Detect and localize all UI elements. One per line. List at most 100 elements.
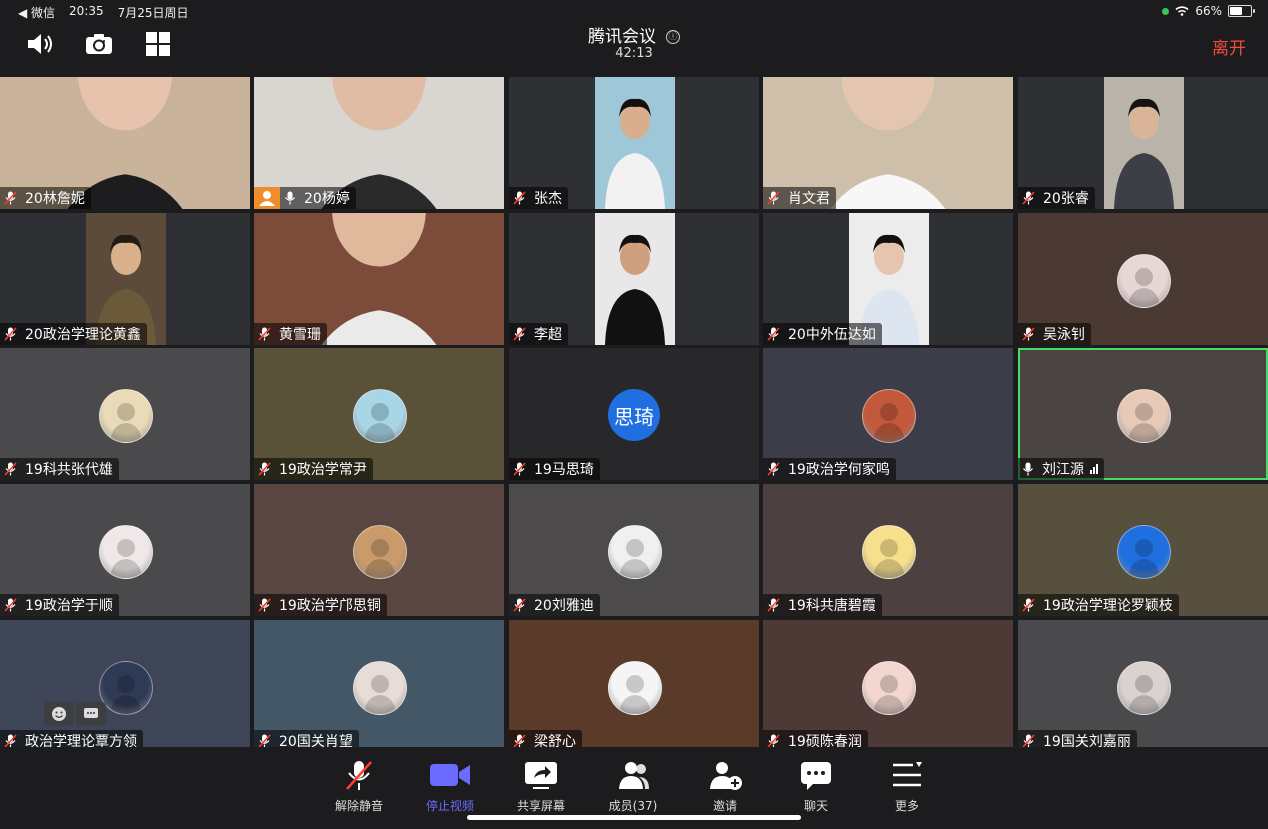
participant-name-label: 19政治学何家鸣: [763, 458, 896, 480]
video-camera-button[interactable]: 停止视频: [410, 759, 490, 814]
chat-button[interactable]: 聊天: [776, 759, 856, 814]
mic-muted-icon: [4, 598, 21, 612]
participant-name: 20张睿: [1043, 191, 1089, 207]
mic-muted-icon: [513, 598, 530, 612]
participant-tile[interactable]: 思琦 19马思琦: [509, 348, 759, 480]
mic-muted-icon: [258, 734, 275, 748]
participant-avatar: [353, 661, 407, 715]
mic-muted-icon: [4, 462, 21, 476]
mic-muted-icon: [513, 191, 530, 205]
message-icon[interactable]: [76, 702, 106, 726]
participant-tile[interactable]: 19政治学常尹: [254, 348, 504, 480]
participant-tile[interactable]: 20张睿: [1018, 77, 1268, 209]
participant-video: [595, 213, 675, 345]
participant-tile[interactable]: 20中外伍达如: [763, 213, 1013, 345]
participant-tile[interactable]: 吴泳钊: [1018, 213, 1268, 345]
participant-tile[interactable]: 张杰: [509, 77, 759, 209]
participant-avatar: [353, 389, 407, 443]
toolbar-label: 更多: [894, 799, 919, 813]
participant-tile[interactable]: 19科共张代雄: [0, 348, 250, 480]
participant-name-label: 19马思琦: [509, 458, 600, 480]
participant-tile[interactable]: 政治学理论覃方领: [0, 620, 250, 752]
participant-tile[interactable]: 肖文君: [763, 77, 1013, 209]
back-to-app[interactable]: ◀ 微信: [18, 4, 55, 21]
meeting-timer: 42:13: [615, 46, 653, 61]
emoji-icon[interactable]: [44, 702, 74, 726]
participant-name-label: 张杰: [509, 187, 568, 209]
share-screen-button[interactable]: 共享屏幕: [501, 759, 581, 814]
battery-percent: 66%: [1195, 4, 1222, 18]
participant-name-label: 李超: [509, 323, 568, 345]
participant-video: [1104, 77, 1184, 209]
participant-tile[interactable]: 19政治学于顺: [0, 484, 250, 616]
participant-name-label: 刘江源: [1018, 458, 1104, 480]
mic-muted-button[interactable]: 解除静音: [319, 759, 399, 814]
participant-name: 20政治学理论黄鑫: [25, 327, 141, 343]
chat-icon: [776, 759, 856, 797]
user-tag-icon: [254, 187, 280, 209]
participant-name-label: 20林詹妮: [0, 187, 91, 209]
status-time: 20:35: [69, 4, 104, 18]
battery-icon: [1228, 5, 1255, 17]
toolbar-label: 共享屏幕: [516, 799, 565, 813]
participant-tile[interactable]: 梁舒心: [509, 620, 759, 752]
participant-avatar: [99, 661, 153, 715]
participant-name: 19政治学理论罗颖枝: [1043, 598, 1173, 614]
participant-tile[interactable]: 20杨婷: [254, 77, 504, 209]
invite-button[interactable]: 邀请: [685, 759, 765, 814]
participant-tile[interactable]: 20政治学理论黄鑫: [0, 213, 250, 345]
home-indicator[interactable]: [467, 815, 801, 820]
participant-name-label: 19政治学于顺: [0, 594, 119, 616]
participant-tile[interactable]: 20国关肖望: [254, 620, 504, 752]
participant-avatar: [99, 389, 153, 443]
meeting-title: 腾讯会议 ⓘ: [0, 22, 1268, 47]
toolbar-label: 聊天: [803, 799, 828, 813]
status-date: 7月25日周日: [117, 6, 189, 20]
participant-name: 20刘雅迪: [534, 598, 594, 614]
participant-avatar: [608, 525, 662, 579]
participant-tile[interactable]: 黄雪珊: [254, 213, 504, 345]
participant-name: 19马思琦: [534, 462, 594, 478]
participant-name-label: 吴泳钊: [1018, 323, 1091, 345]
participant-tile[interactable]: 李超: [509, 213, 759, 345]
participant-tile[interactable]: 20林詹妮: [0, 77, 250, 209]
mic-muted-icon: [258, 327, 275, 341]
participant-tile[interactable]: 刘江源: [1018, 348, 1268, 480]
participant-name-label: 19政治学常尹: [254, 458, 373, 480]
leave-button[interactable]: 离开: [1212, 34, 1246, 59]
participant-avatar: [862, 661, 916, 715]
participant-name-label: 20杨婷: [280, 187, 356, 209]
participant-name: 吴泳钊: [1043, 327, 1085, 343]
toolbar-label: 邀请: [712, 799, 737, 813]
participant-name: 19科共唐碧霞: [788, 598, 876, 614]
participant-name-label: 20中外伍达如: [763, 323, 882, 345]
toolbar-label: 成员(37): [608, 799, 658, 813]
mic-muted-icon: [1022, 734, 1039, 748]
participant-tile[interactable]: 19科共唐碧霞: [763, 484, 1013, 616]
participant-name-label: 20政治学理论黄鑫: [0, 323, 147, 345]
more-button[interactable]: 更多: [867, 759, 947, 814]
invite-icon: [685, 759, 765, 797]
participant-tile[interactable]: 19国关刘嘉丽: [1018, 620, 1268, 752]
mic-muted-icon: [4, 191, 21, 205]
participant-name: 黄雪珊: [279, 327, 321, 343]
members-button[interactable]: 成员(37): [593, 759, 673, 814]
participant-name: 19政治学何家鸣: [788, 462, 890, 478]
participant-tile[interactable]: 19政治学何家鸣: [763, 348, 1013, 480]
participant-video: [595, 77, 675, 209]
meeting-header: 腾讯会议 ⓘ 42:13 离开: [0, 22, 1268, 70]
participant-name: 20杨婷: [304, 191, 350, 207]
participant-name-label: 19政治学邝思铜: [254, 594, 387, 616]
participant-avatar: [608, 661, 662, 715]
participant-avatar: [1117, 661, 1171, 715]
participant-tile[interactable]: 19政治学邝思铜: [254, 484, 504, 616]
participant-tile[interactable]: 19硕陈春润: [763, 620, 1013, 752]
participant-tile[interactable]: 20刘雅迪: [509, 484, 759, 616]
info-icon[interactable]: ⓘ: [666, 30, 680, 44]
toolbar-label: 解除静音: [334, 799, 383, 813]
recording-dot-icon: [1162, 7, 1170, 15]
toolbar-label: 停止视频: [425, 799, 474, 813]
participant-name: 李超: [534, 327, 562, 343]
members-icon: [593, 759, 673, 797]
participant-tile[interactable]: 19政治学理论罗颖枝: [1018, 484, 1268, 616]
